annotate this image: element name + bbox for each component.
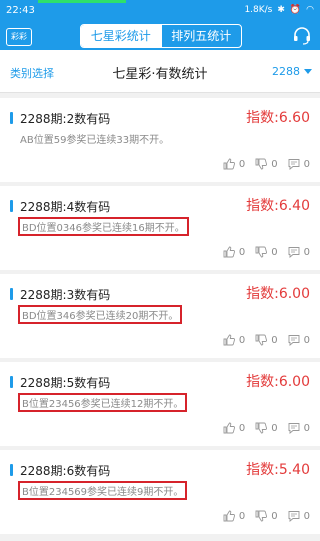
card-actions: 0 0 0 bbox=[223, 422, 310, 434]
app-bar: 彩彩 七星彩统计 排列五统计 bbox=[0, 22, 320, 50]
app-logo-icon[interactable]: 彩彩 bbox=[6, 28, 32, 46]
card-title: 2288期:5数有码 bbox=[20, 376, 111, 390]
like-button[interactable]: 0 bbox=[223, 510, 245, 522]
thumbs-down-icon bbox=[255, 422, 268, 434]
comment-button[interactable]: 0 bbox=[288, 158, 310, 170]
card-actions: 0 0 0 bbox=[223, 510, 310, 522]
like-button[interactable]: 0 bbox=[223, 246, 245, 258]
thumbs-down-icon bbox=[255, 158, 268, 170]
comment-count: 0 bbox=[303, 422, 310, 434]
tab-qixingcai[interactable]: 七星彩统计 bbox=[81, 25, 161, 47]
comment-count: 0 bbox=[303, 246, 310, 258]
thumbs-up-icon bbox=[223, 158, 235, 170]
dislike-button[interactable]: 0 bbox=[255, 334, 278, 346]
comment-count: 0 bbox=[303, 510, 310, 522]
card-accent-bar bbox=[10, 200, 13, 212]
card-index: 指数:6.40 bbox=[246, 198, 310, 214]
card-description: B位置23456参奖已连续12期不开。 bbox=[18, 393, 188, 412]
comment-count: 0 bbox=[303, 158, 310, 170]
bluetooth-icon: ✱ bbox=[277, 5, 285, 15]
like-count: 0 bbox=[238, 334, 246, 346]
network-speed: 1.8K/s bbox=[244, 5, 273, 15]
card-index: 指数:6.00 bbox=[246, 374, 310, 390]
thumbs-down-icon bbox=[255, 510, 268, 522]
comment-button[interactable]: 0 bbox=[288, 510, 310, 522]
issue-select[interactable]: 2288 bbox=[272, 65, 300, 78]
stat-card[interactable]: 2288期:6数有码 指数:5.40 B位置234569参奖已连续9期不开。 0… bbox=[0, 450, 320, 534]
comment-icon bbox=[288, 423, 300, 434]
stat-card[interactable]: 2288期:5数有码 指数:6.00 B位置23456参奖已连续12期不开。 0… bbox=[0, 362, 320, 446]
comment-button[interactable]: 0 bbox=[288, 246, 310, 258]
alarm-icon: ⏰ bbox=[289, 5, 302, 15]
card-description: BD位置0346参奖已连续16期不开。 bbox=[18, 217, 189, 236]
thumbs-up-icon bbox=[223, 334, 235, 346]
card-title: 2288期:6数有码 bbox=[20, 464, 111, 478]
dislike-count: 0 bbox=[271, 510, 278, 522]
card-accent-bar bbox=[10, 464, 13, 476]
stat-card[interactable]: 2288期:2数有码 指数:6.60 AB位置59参奖已连续33期不开。 0 0… bbox=[0, 98, 320, 182]
thumbs-down-icon bbox=[255, 334, 268, 346]
customer-service-icon[interactable] bbox=[292, 26, 312, 46]
stats-tab-switcher: 七星彩统计 排列五统计 bbox=[80, 24, 242, 48]
like-button[interactable]: 0 bbox=[223, 158, 245, 170]
sub-header: 类别选择 七星彩·有数统计 2288 bbox=[0, 50, 320, 93]
card-index: 指数:6.60 bbox=[246, 110, 310, 126]
status-icons: 1.8K/s ✱ ⏰ ◠ bbox=[244, 5, 314, 15]
like-count: 0 bbox=[238, 422, 246, 434]
status-time: 22:43 bbox=[6, 5, 35, 16]
like-count: 0 bbox=[238, 510, 246, 522]
card-description: BD位置346参奖已连续20期不开。 bbox=[18, 305, 183, 324]
comment-icon bbox=[288, 247, 300, 258]
card-accent-bar bbox=[10, 112, 13, 124]
like-button[interactable]: 0 bbox=[223, 334, 245, 346]
dislike-button[interactable]: 0 bbox=[255, 246, 278, 258]
dislike-count: 0 bbox=[271, 158, 278, 170]
comment-button[interactable]: 0 bbox=[288, 334, 310, 346]
thumbs-up-icon bbox=[223, 246, 235, 258]
thumbs-up-icon bbox=[223, 510, 235, 522]
card-title: 2288期:2数有码 bbox=[20, 112, 111, 126]
card-title: 2288期:3数有码 bbox=[20, 288, 111, 302]
status-bar: 22:43 1.8K/s ✱ ⏰ ◠ bbox=[0, 0, 320, 22]
comment-icon bbox=[288, 159, 300, 170]
card-accent-bar bbox=[10, 376, 13, 388]
card-description: AB位置59参奖已连续33期不开。 bbox=[20, 135, 170, 146]
card-index: 指数:6.00 bbox=[246, 286, 310, 302]
loading-progress bbox=[38, 0, 126, 3]
card-description: B位置234569参奖已连续9期不开。 bbox=[18, 481, 188, 500]
tab-pailiewu[interactable]: 排列五统计 bbox=[160, 25, 242, 47]
card-actions: 0 0 0 bbox=[223, 158, 310, 170]
dislike-count: 0 bbox=[271, 334, 278, 346]
stat-card[interactable]: 2288期:4数有码 指数:6.40 BD位置0346参奖已连续16期不开。 0… bbox=[0, 186, 320, 270]
dislike-button[interactable]: 0 bbox=[255, 158, 278, 170]
card-index: 指数:5.40 bbox=[246, 462, 310, 478]
like-button[interactable]: 0 bbox=[223, 422, 245, 434]
card-actions: 0 0 0 bbox=[223, 246, 310, 258]
thumbs-up-icon bbox=[223, 422, 235, 434]
card-title: 2288期:4数有码 bbox=[20, 200, 111, 214]
dislike-count: 0 bbox=[271, 246, 278, 258]
comment-icon bbox=[288, 335, 300, 346]
like-count: 0 bbox=[238, 158, 246, 170]
stat-card[interactable]: 2288期:3数有码 指数:6.00 BD位置346参奖已连续20期不开。 0 … bbox=[0, 274, 320, 358]
card-accent-bar bbox=[10, 288, 13, 300]
comment-icon bbox=[288, 511, 300, 522]
dislike-count: 0 bbox=[271, 422, 278, 434]
wifi-icon: ◠ bbox=[306, 5, 314, 15]
card-actions: 0 0 0 bbox=[223, 334, 310, 346]
thumbs-down-icon bbox=[255, 246, 268, 258]
like-count: 0 bbox=[238, 246, 246, 258]
comment-count: 0 bbox=[303, 334, 310, 346]
dislike-button[interactable]: 0 bbox=[255, 422, 278, 434]
dislike-button[interactable]: 0 bbox=[255, 510, 278, 522]
comment-button[interactable]: 0 bbox=[288, 422, 310, 434]
chevron-down-icon[interactable] bbox=[304, 69, 312, 74]
